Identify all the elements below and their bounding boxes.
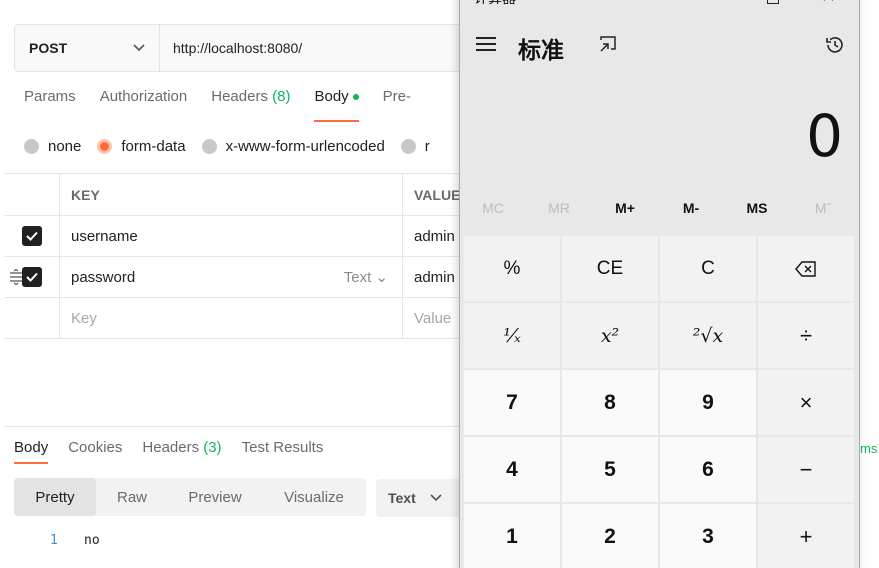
view-visualize[interactable]: Visualize (262, 478, 366, 516)
radio-dot (400, 139, 416, 154)
digit-3-button[interactable]: 3 (660, 504, 756, 568)
headers-count: (8) (272, 88, 291, 105)
tab-response-headers[interactable]: Headers (3) (142, 439, 221, 464)
digit-2-button[interactable]: 2 (562, 504, 658, 568)
history-icon[interactable] (824, 34, 846, 56)
close-icon[interactable]: ✕ (821, 0, 836, 7)
digit-8-button[interactable]: 8 (562, 370, 658, 435)
window-title: 计算器 (474, 0, 516, 8)
view-preview[interactable]: Preview (168, 478, 262, 516)
key-placeholder[interactable]: Key (71, 310, 97, 327)
memory-add-button[interactable]: M+ (592, 200, 658, 226)
row-checkbox[interactable] (21, 226, 42, 246)
tab-test-results[interactable]: Test Results (242, 439, 324, 464)
url-input[interactable]: http://localhost:8080/ (160, 25, 302, 71)
memory-store-button[interactable]: MS (724, 200, 790, 226)
row-value[interactable]: admin (414, 228, 455, 245)
radio-form-data[interactable]: form-data (97, 138, 186, 155)
chevron-down-icon (430, 491, 442, 505)
keypad: % CE C ¹⁄ₓ x² ²√x ÷ 7 8 9 × 4 5 6 − 1 2 … (464, 236, 858, 568)
body-type-radios: none form-data x-www-form-urlencoded r (24, 138, 446, 155)
row-key[interactable]: username (71, 228, 138, 245)
table-header-row: KEY VALUE (4, 174, 464, 216)
calculator-titlebar[interactable]: 计算器 ✕ (460, 0, 859, 10)
add-button[interactable]: + (758, 504, 854, 568)
multiply-button[interactable]: × (758, 370, 854, 435)
table-row: password Text ⌄ admin (4, 257, 464, 298)
view-raw[interactable]: Raw (96, 478, 168, 516)
column-header-key: KEY (71, 186, 100, 203)
row-value[interactable]: admin (414, 269, 455, 286)
memory-recall-button[interactable]: MR (526, 200, 592, 226)
backspace-icon (795, 260, 816, 277)
reciprocal-button[interactable]: ¹⁄ₓ (464, 303, 560, 368)
clear-entry-button[interactable]: CE (562, 236, 658, 301)
square-button[interactable]: x² (562, 303, 658, 368)
tab-pre-request[interactable]: Pre- (383, 88, 411, 122)
calculator-header: 标准 (460, 25, 859, 65)
response-line: no (84, 533, 100, 548)
calculator-window: 计算器 ✕ 标准 0 MC MR M+ M- MS Mˇ % CE C (459, 0, 860, 568)
clear-button[interactable]: C (660, 236, 756, 301)
tab-authorization[interactable]: Authorization (100, 88, 188, 122)
body-indicator-dot (352, 94, 359, 101)
memory-clear-button[interactable]: MC (460, 200, 526, 226)
table-row: username admin (4, 216, 464, 257)
tab-headers[interactable]: Headers (8) (211, 88, 290, 122)
subtract-button[interactable]: − (758, 437, 854, 502)
response-tabs: Body Cookies Headers (3) Test Results (14, 439, 343, 464)
column-header-value: VALUE (414, 186, 461, 203)
value-placeholder[interactable]: Value (414, 310, 451, 327)
tab-params[interactable]: Params (24, 88, 76, 122)
radio-dot-selected (97, 139, 113, 154)
calculator-display: 0 (806, 102, 843, 170)
backspace-button[interactable] (758, 236, 854, 301)
response-time: ms (860, 441, 878, 456)
line-number: 1 (50, 533, 58, 548)
digit-6-button[interactable]: 6 (660, 437, 756, 502)
method-select[interactable]: POST (15, 25, 160, 71)
view-pretty[interactable]: Pretty (14, 478, 96, 516)
square-root-button[interactable]: ²√x (660, 303, 756, 368)
radio-none[interactable]: none (24, 138, 81, 155)
digit-5-button[interactable]: 5 (562, 437, 658, 502)
tab-response-body[interactable]: Body (14, 439, 49, 464)
chevron-down-icon (133, 41, 145, 55)
table-row-empty: Key Value (4, 298, 464, 339)
memory-subtract-button[interactable]: M- (658, 200, 724, 226)
mode-title: 标准 (518, 37, 564, 63)
request-tabs: Params Authorization Headers (8) Body Pr… (24, 88, 435, 122)
type-select[interactable]: Text ⌄ (344, 268, 388, 286)
radio-raw[interactable]: r (400, 138, 430, 155)
maximize-icon[interactable] (767, 0, 779, 4)
chevron-down-icon: ⌄ (375, 269, 388, 286)
form-data-table: KEY VALUE username admin password Text ⌄… (4, 173, 464, 339)
drag-handle-icon[interactable] (8, 269, 24, 285)
format-select[interactable]: Text (376, 479, 466, 517)
digit-4-button[interactable]: 4 (464, 437, 560, 502)
pane-divider[interactable] (4, 426, 459, 427)
percent-button[interactable]: % (464, 236, 560, 301)
digit-9-button[interactable]: 9 (660, 370, 756, 435)
memory-row: MC MR M+ M- MS Mˇ (460, 200, 859, 226)
response-headers-count: (3) (203, 439, 222, 456)
menu-icon[interactable] (476, 37, 496, 51)
row-checkbox[interactable] (21, 267, 42, 287)
digit-1-button[interactable]: 1 (464, 504, 560, 568)
tab-body[interactable]: Body (314, 88, 359, 122)
keep-on-top-icon[interactable] (598, 34, 618, 54)
digit-7-button[interactable]: 7 (464, 370, 560, 435)
method-label: POST (29, 40, 68, 56)
row-key[interactable]: password (71, 269, 135, 286)
radio-x-www-form-urlencoded[interactable]: x-www-form-urlencoded (201, 138, 385, 155)
radio-dot (24, 139, 39, 154)
memory-list-button[interactable]: Mˇ (790, 200, 856, 226)
radio-dot (201, 139, 217, 154)
tab-cookies[interactable]: Cookies (68, 439, 122, 464)
response-view-selector: Pretty Raw Preview Visualize (14, 478, 366, 516)
divide-button[interactable]: ÷ (758, 303, 854, 368)
